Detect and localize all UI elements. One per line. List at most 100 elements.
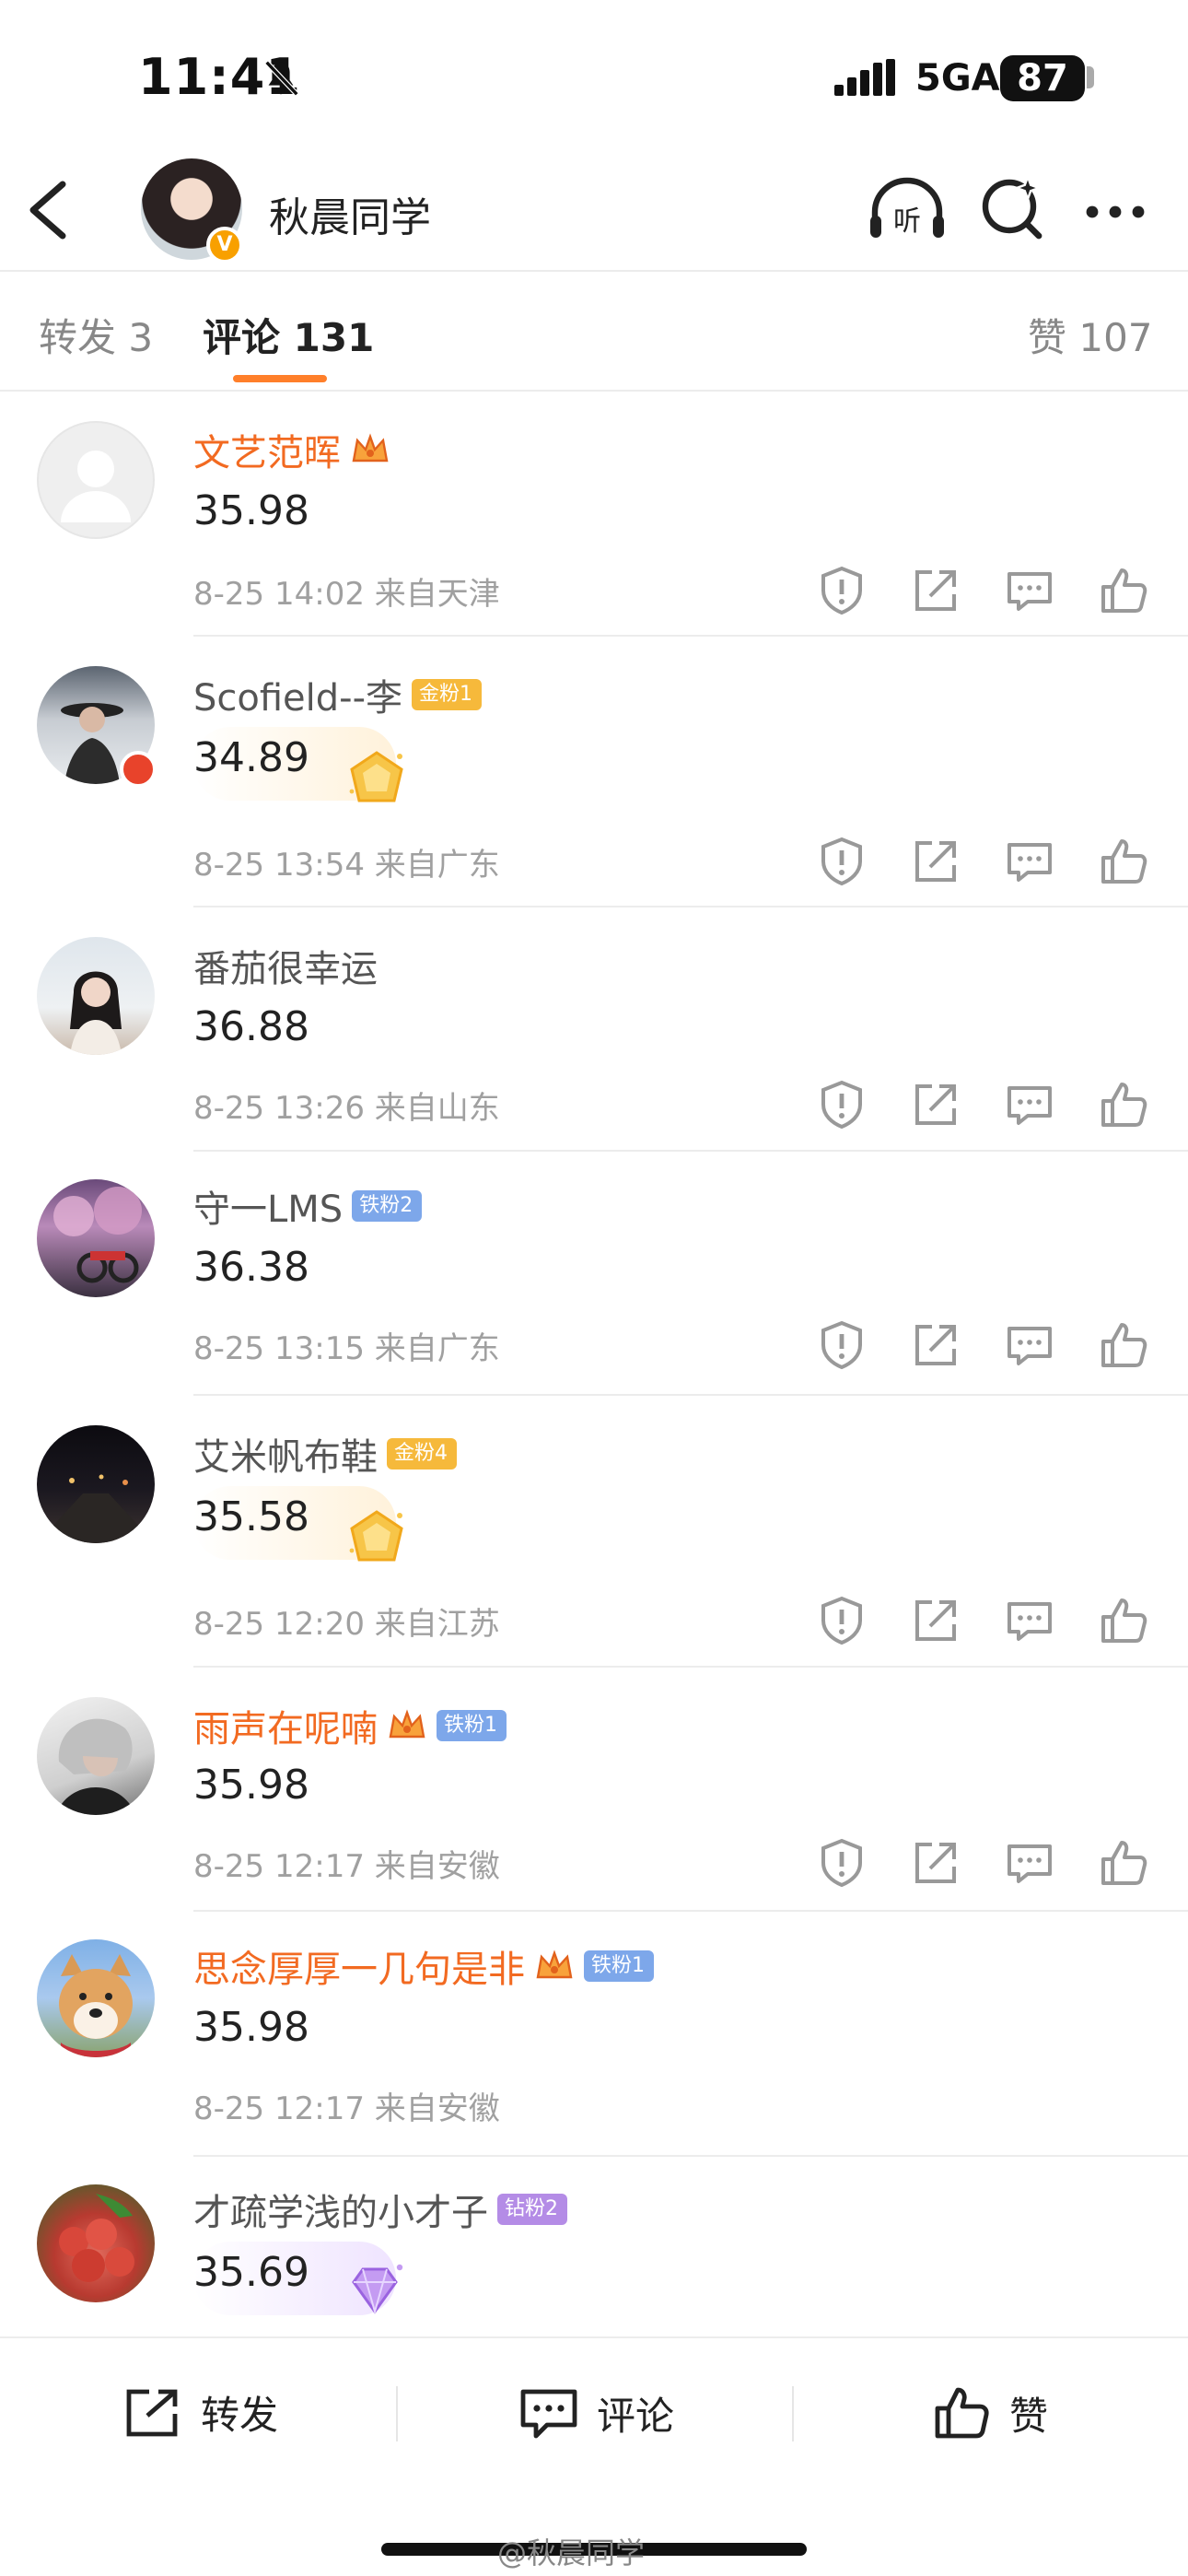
comment-item: 雨声在呢喃 铁粉1 35.98 8-25 12:17 来自安徽 xyxy=(0,1668,1188,1912)
comment-actions xyxy=(814,1317,1155,1373)
comment-icon[interactable] xyxy=(1002,834,1057,889)
listen-label: 听 xyxy=(893,205,921,238)
fan-badge[interactable]: 金粉1 xyxy=(412,679,483,710)
comment-icon[interactable] xyxy=(1002,1077,1057,1132)
comment-item: 才疏学浅的小才子 钻粉2 35.69 xyxy=(0,2157,1188,2359)
like-icon[interactable] xyxy=(1096,1317,1151,1373)
diamond-medal-icon xyxy=(352,2264,403,2315)
listen-icon[interactable]: 听 xyxy=(868,175,947,245)
report-icon[interactable] xyxy=(814,1835,869,1891)
comment-meta: 8-25 12:20 来自江苏 xyxy=(193,1606,500,1643)
share-icon[interactable] xyxy=(908,834,963,889)
comment-text: 35.98 xyxy=(193,487,309,534)
repost-icon xyxy=(126,2389,178,2436)
back-icon[interactable] xyxy=(26,181,72,240)
comment-meta: 8-25 12:17 来自安徽 xyxy=(193,1848,500,1885)
comment-meta: 8-25 13:54 来自广东 xyxy=(193,847,500,884)
sparkle-search-icon[interactable] xyxy=(980,173,1044,243)
share-icon[interactable] xyxy=(908,1317,963,1373)
fan-badge[interactable]: 钻粉2 xyxy=(497,2194,567,2225)
share-icon[interactable] xyxy=(908,563,963,618)
repost-button[interactable]: 转发 xyxy=(122,2384,278,2441)
comment-text: 36.88 xyxy=(193,1003,309,1050)
network-type: 5GA xyxy=(915,57,1000,100)
report-icon[interactable] xyxy=(814,1077,869,1132)
comment-item: 守一LMS 铁粉2 36.38 8-25 13:15 来自广东 xyxy=(0,1152,1188,1396)
tab-likes[interactable]: 赞 107 xyxy=(1028,307,1153,363)
comment-icon[interactable] xyxy=(1002,563,1057,618)
comment-actions xyxy=(814,1835,1155,1891)
avatar-photo xyxy=(59,1954,133,2057)
comment-text: 35.58 xyxy=(193,1493,309,1540)
comment-author[interactable]: 才疏学浅的小才子 xyxy=(193,2183,488,2236)
user-avatar[interactable] xyxy=(37,1179,155,1297)
comment-actions xyxy=(814,834,1155,889)
like-button[interactable]: 赞 xyxy=(932,2384,1048,2441)
comment-item: 番茄很幸运 36.88 8-25 13:26 来自山东 xyxy=(0,907,1188,1152)
muted-bell-icon xyxy=(264,60,299,97)
fan-badge[interactable]: 铁粉1 xyxy=(437,1710,507,1741)
fan-badge[interactable]: 金粉4 xyxy=(387,1438,457,1469)
default-avatar[interactable] xyxy=(37,421,155,539)
comment-icon[interactable] xyxy=(1002,1593,1057,1648)
comment-tabs: 转发 3 评论 131 赞 107 xyxy=(0,272,1188,392)
like-icon[interactable] xyxy=(1096,1593,1151,1648)
comment-author[interactable]: 文艺范晖 xyxy=(193,423,341,476)
report-icon[interactable] xyxy=(814,834,869,889)
comment-author[interactable]: Scofield--李 xyxy=(193,668,402,721)
gold-medal-icon xyxy=(349,751,403,802)
comment-label: 评论 xyxy=(597,2393,675,2439)
comment-author[interactable]: 雨声在呢喃 xyxy=(193,1699,378,1752)
report-icon[interactable] xyxy=(814,1593,869,1648)
comment-button[interactable]: 评论 xyxy=(518,2384,674,2441)
like-label: 赞 xyxy=(1009,2393,1049,2439)
comment-item: 思念厚厚一几句是非 铁粉1 35.98 8-25 12:17 来自安徽 xyxy=(0,1912,1188,2157)
battery-level: 87 xyxy=(1000,55,1085,101)
verified-badge-icon: V xyxy=(206,227,243,263)
battery-tip xyxy=(1087,66,1094,88)
tab-active-indicator xyxy=(233,375,327,382)
crown-icon xyxy=(536,1950,573,1979)
like-icon[interactable] xyxy=(1096,1077,1151,1132)
fan-badge[interactable]: 铁粉1 xyxy=(584,1950,654,1982)
share-icon[interactable] xyxy=(908,1077,963,1132)
comment-author-row: 艾米帆布鞋 金粉4 xyxy=(193,1427,457,1481)
comment-meta: 8-25 13:15 来自广东 xyxy=(193,1330,500,1367)
avatar-photo xyxy=(53,1187,142,1283)
avatar-photo xyxy=(55,1718,136,1815)
comment-icon[interactable] xyxy=(1002,1317,1057,1373)
report-icon[interactable] xyxy=(814,563,869,618)
like-icon[interactable] xyxy=(1096,834,1151,889)
comment-author-row: Scofield--李 金粉1 xyxy=(193,668,483,721)
gold-medal-icon xyxy=(349,1510,403,1562)
user-avatar[interactable] xyxy=(37,1697,155,1815)
tab-repost[interactable]: 转发 3 xyxy=(39,307,153,363)
comment-text: 34.89 xyxy=(193,734,309,781)
comment-author-row: 才疏学浅的小才子 钻粉2 xyxy=(193,2183,567,2236)
bottom-divider xyxy=(396,2386,398,2441)
report-icon[interactable] xyxy=(814,1317,869,1373)
tab-comments[interactable]: 评论 131 xyxy=(203,307,374,363)
comment-icon xyxy=(520,2389,577,2439)
share-icon[interactable] xyxy=(908,1593,963,1648)
like-icon[interactable] xyxy=(1096,563,1151,618)
more-icon[interactable] xyxy=(1083,184,1147,240)
fan-badge[interactable]: 铁粉2 xyxy=(352,1190,423,1222)
user-avatar[interactable] xyxy=(37,1939,155,2057)
like-icon[interactable] xyxy=(1096,1835,1151,1891)
comment-meta: 8-25 14:02 来自天津 xyxy=(193,576,500,613)
comment-author[interactable]: 艾米帆布鞋 xyxy=(193,1427,378,1481)
comment-author[interactable]: 守一LMS xyxy=(193,1179,343,1233)
comment-actions xyxy=(814,1077,1155,1132)
user-avatar[interactable] xyxy=(37,2184,155,2302)
comment-icon[interactable] xyxy=(1002,1835,1057,1891)
user-avatar[interactable] xyxy=(37,937,155,1055)
comment-author[interactable]: 思念厚厚一几句是非 xyxy=(193,1939,525,1993)
author-name[interactable]: 秋晨同学 xyxy=(269,184,431,243)
comment-list: 文艺范晖 35.98 8-25 14:02 来自天津 Scofield--李 金… xyxy=(0,393,1188,2359)
comment-author[interactable]: 番茄很幸运 xyxy=(193,939,378,992)
user-avatar[interactable] xyxy=(37,1425,155,1543)
share-icon[interactable] xyxy=(908,1835,963,1891)
repost-label: 转发 xyxy=(201,2393,279,2438)
crown-icon xyxy=(389,1709,425,1739)
